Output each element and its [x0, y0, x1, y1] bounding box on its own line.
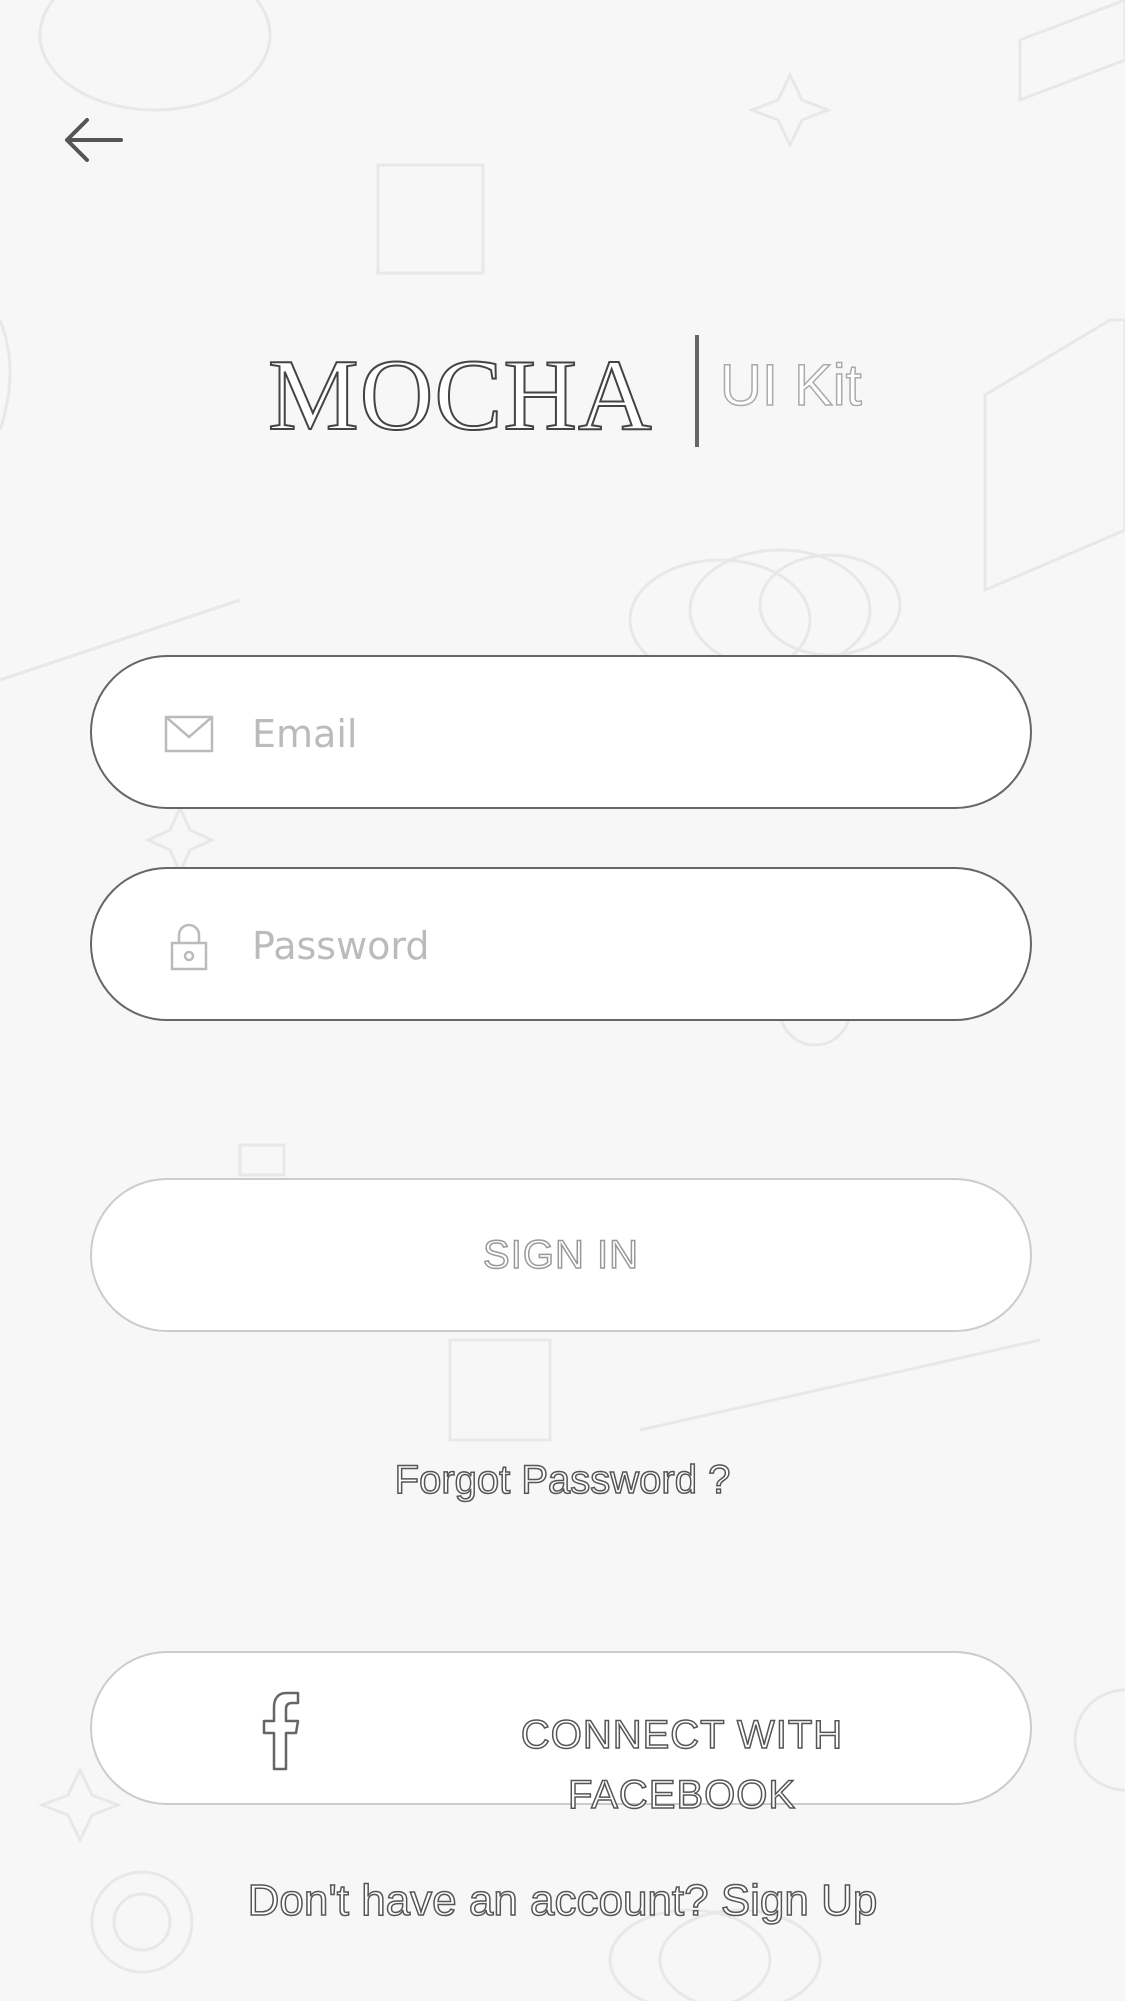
email-input[interactable]: [250, 699, 954, 769]
envelope-icon: [164, 715, 214, 753]
sign-in-label: SIGN IN: [482, 1232, 639, 1278]
lock-icon: [170, 923, 208, 971]
facebook-connect-label: CONNECT WITH FACEBOOK: [392, 1705, 972, 1825]
forgot-password-row: Forgot Password ?: [0, 1457, 1125, 1503]
password-field[interactable]: [90, 867, 1032, 1021]
facebook-label-line2: FACEBOOK: [567, 1772, 797, 1818]
arrow-left-icon: [65, 118, 123, 162]
back-button[interactable]: [58, 108, 128, 172]
sign-in-button[interactable]: SIGN IN: [90, 1178, 1032, 1332]
sign-up-link[interactable]: Don't have an account? Sign Up: [0, 1875, 1125, 1926]
password-input[interactable]: [250, 911, 954, 981]
forgot-password-link[interactable]: Forgot Password ?: [394, 1457, 731, 1503]
facebook-label-line1: CONNECT WITH: [520, 1712, 844, 1758]
logo-divider: [695, 335, 699, 447]
facebook-connect-button[interactable]: CONNECT WITH FACEBOOK: [90, 1651, 1032, 1818]
logo-subtitle: UI Kit: [719, 353, 862, 418]
app-logo: MOCHA UI Kit: [0, 325, 1125, 465]
email-field[interactable]: [90, 655, 1032, 809]
facebook-icon: [262, 1691, 300, 1771]
logo-title: MOCHA: [267, 339, 653, 452]
